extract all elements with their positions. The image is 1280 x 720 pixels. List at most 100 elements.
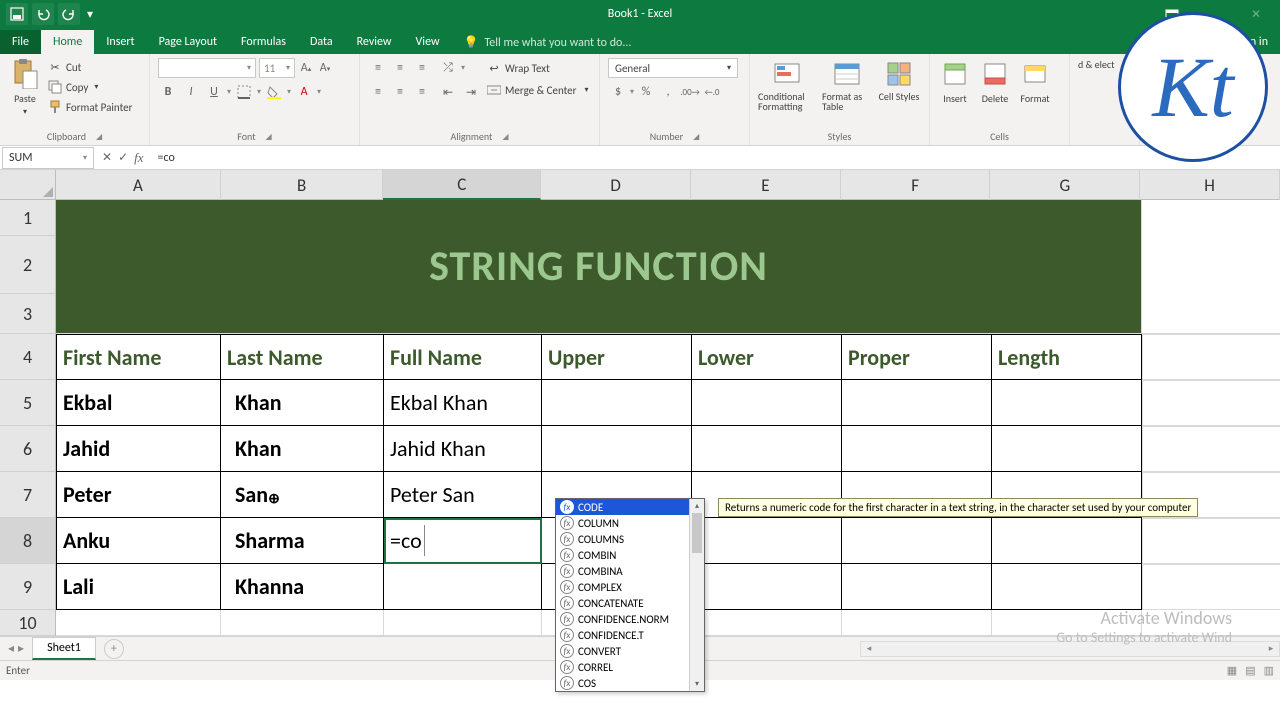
increase-decimal-icon[interactable]: .00→ (680, 82, 700, 102)
copy-button[interactable]: Copy▾ (48, 78, 132, 96)
autocomplete-item[interactable]: fxCONFIDENCE.T (556, 627, 704, 643)
cell[interactable] (692, 518, 842, 564)
cell[interactable]: Sharma (221, 518, 384, 564)
qat-customize-icon[interactable]: ▾ (84, 3, 96, 25)
autocomplete-item[interactable]: fxCORREL (556, 659, 704, 675)
cell[interactable]: Ekbal (56, 380, 221, 426)
format-as-table-button[interactable]: Format as Table (822, 58, 872, 128)
cell[interactable] (221, 610, 384, 636)
paste-button[interactable]: Paste ▾ (8, 58, 42, 128)
cell[interactable] (842, 380, 992, 426)
merge-center-button[interactable]: Merge & Center▾ (487, 80, 589, 100)
orientation-icon[interactable]: ⤮ (438, 58, 458, 78)
decrease-font-icon[interactable]: A▾ (317, 58, 333, 78)
row-header[interactable]: 2 (0, 236, 55, 294)
cell[interactable] (1142, 518, 1280, 564)
cell[interactable] (842, 610, 992, 636)
increase-indent-icon[interactable]: ⇥ (461, 82, 481, 102)
row-header[interactable]: 7 (0, 472, 55, 518)
bold-button[interactable]: B (158, 82, 178, 102)
dropdown-scrollbar[interactable]: ▴ ▾ (689, 499, 704, 691)
cell[interactable] (992, 380, 1142, 426)
autocomplete-item[interactable]: fxCONVERT (556, 643, 704, 659)
view-pagebreak-icon[interactable]: ▥ (1264, 664, 1274, 677)
cell[interactable] (1142, 334, 1280, 380)
view-pagelayout-icon[interactable]: ▤ (1245, 664, 1255, 677)
column-header[interactable]: H (1140, 170, 1280, 200)
percent-format-icon[interactable]: % (636, 82, 656, 102)
header-cell[interactable]: Lower (692, 334, 842, 380)
cell[interactable] (842, 426, 992, 472)
cell[interactable] (542, 426, 692, 472)
cell[interactable] (384, 610, 542, 636)
cell[interactable] (692, 610, 842, 636)
underline-button[interactable]: U (204, 82, 224, 102)
merged-title-cell[interactable]: STRING FUNCTION (56, 200, 1142, 334)
cell[interactable]: Jahid (56, 426, 221, 472)
row-header[interactable]: 9 (0, 564, 55, 610)
decrease-decimal-icon[interactable]: ←.0 (702, 82, 722, 102)
cell[interactable] (1142, 426, 1280, 472)
decrease-indent-icon[interactable]: ⇤ (438, 82, 458, 102)
autocomplete-item[interactable]: fxCONFIDENCE.NORM (556, 611, 704, 627)
column-header[interactable]: E (691, 170, 841, 200)
cell[interactable] (692, 564, 842, 610)
row-header[interactable]: 3 (0, 294, 55, 334)
tab-formulas[interactable]: Formulas (229, 30, 298, 54)
formula-autocomplete-dropdown[interactable]: fxCODEfxCOLUMNfxCOLUMNSfxCOMBINfxCOMBINA… (555, 498, 705, 692)
tab-home[interactable]: Home (41, 30, 94, 54)
cell[interactable] (542, 380, 692, 426)
cell[interactable] (992, 518, 1142, 564)
header-cell[interactable]: Upper (542, 334, 692, 380)
column-header[interactable]: C (383, 170, 541, 200)
autocomplete-item[interactable]: fxCODE (556, 499, 704, 515)
format-cells-button[interactable]: Format (1018, 58, 1052, 128)
align-center-icon[interactable]: ≡ (390, 82, 410, 102)
column-header[interactable]: G (990, 170, 1140, 200)
redo-icon[interactable] (58, 3, 80, 25)
cell[interactable] (1142, 200, 1280, 334)
row-header[interactable]: 10 (0, 610, 55, 636)
align-right-icon[interactable]: ≡ (412, 82, 432, 102)
tell-me-search[interactable]: 💡 Tell me what you want to do... (464, 35, 632, 54)
cell[interactable]: Peter San (384, 472, 542, 518)
cell[interactable] (1142, 380, 1280, 426)
sheet-nav-next-icon[interactable]: ▸ (18, 641, 24, 656)
chevron-down-icon[interactable]: ▾ (227, 87, 231, 97)
cell[interactable]: Khanna (221, 564, 384, 610)
cell[interactable]: Jahid Khan (384, 426, 542, 472)
name-box[interactable]: SUM▾ (2, 147, 94, 169)
dialog-launcher-icon[interactable]: ◢ (266, 132, 272, 142)
cell[interactable] (56, 610, 221, 636)
chevron-down-icon[interactable]: ▾ (287, 87, 291, 97)
cut-button[interactable]: ✂Cut (48, 58, 132, 76)
delete-cells-button[interactable]: Delete (978, 58, 1012, 128)
accounting-format-icon[interactable]: $ (608, 82, 628, 102)
sheet-nav-prev-icon[interactable]: ◂ (8, 641, 14, 656)
align-left-icon[interactable]: ≡ (368, 82, 388, 102)
autocomplete-item[interactable]: fxCOS (556, 675, 704, 691)
column-header[interactable]: A (56, 170, 221, 200)
insert-cells-button[interactable]: Insert (938, 58, 972, 128)
scroll-down-icon[interactable]: ▾ (690, 677, 704, 691)
row-header[interactable]: 6 (0, 426, 55, 472)
scroll-up-icon[interactable]: ▴ (690, 499, 704, 513)
formula-input[interactable]: =co (152, 151, 1280, 165)
autocomplete-item[interactable]: fxCOMPLEX (556, 579, 704, 595)
cell[interactable]: Anku (56, 518, 221, 564)
dialog-launcher-icon[interactable]: ◢ (96, 132, 102, 142)
tab-page-layout[interactable]: Page Layout (147, 30, 229, 54)
cell[interactable]: Ekbal Khan (384, 380, 542, 426)
align-bottom-icon[interactable]: ≡ (412, 58, 432, 78)
font-name-combo[interactable]: ▾ (158, 58, 256, 78)
cell[interactable]: Khan (221, 380, 384, 426)
autocomplete-item[interactable]: fxCOMBINA (556, 563, 704, 579)
row-header[interactable]: 5 (0, 380, 55, 426)
cell[interactable] (992, 564, 1142, 610)
row-header[interactable]: 8 (0, 518, 55, 564)
cell[interactable] (692, 426, 842, 472)
cell[interactable] (384, 564, 542, 610)
close-icon[interactable]: ✕ (1236, 3, 1276, 25)
align-middle-icon[interactable]: ≡ (390, 58, 410, 78)
header-cell[interactable]: Last Name (221, 334, 384, 380)
